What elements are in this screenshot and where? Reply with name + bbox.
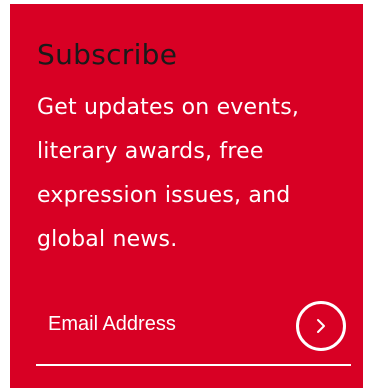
subscribe-description: Get updates on events, literary awards, … bbox=[37, 95, 300, 252]
chevron-right-icon bbox=[317, 319, 325, 333]
subscribe-panel: Subscribe Get updates on events, literar… bbox=[10, 4, 363, 388]
subscribe-title: Subscribe bbox=[37, 38, 178, 71]
submit-button[interactable] bbox=[296, 301, 346, 351]
email-field[interactable] bbox=[36, 298, 286, 350]
email-field-underline bbox=[36, 364, 351, 366]
subscribe-form bbox=[36, 294, 351, 366]
